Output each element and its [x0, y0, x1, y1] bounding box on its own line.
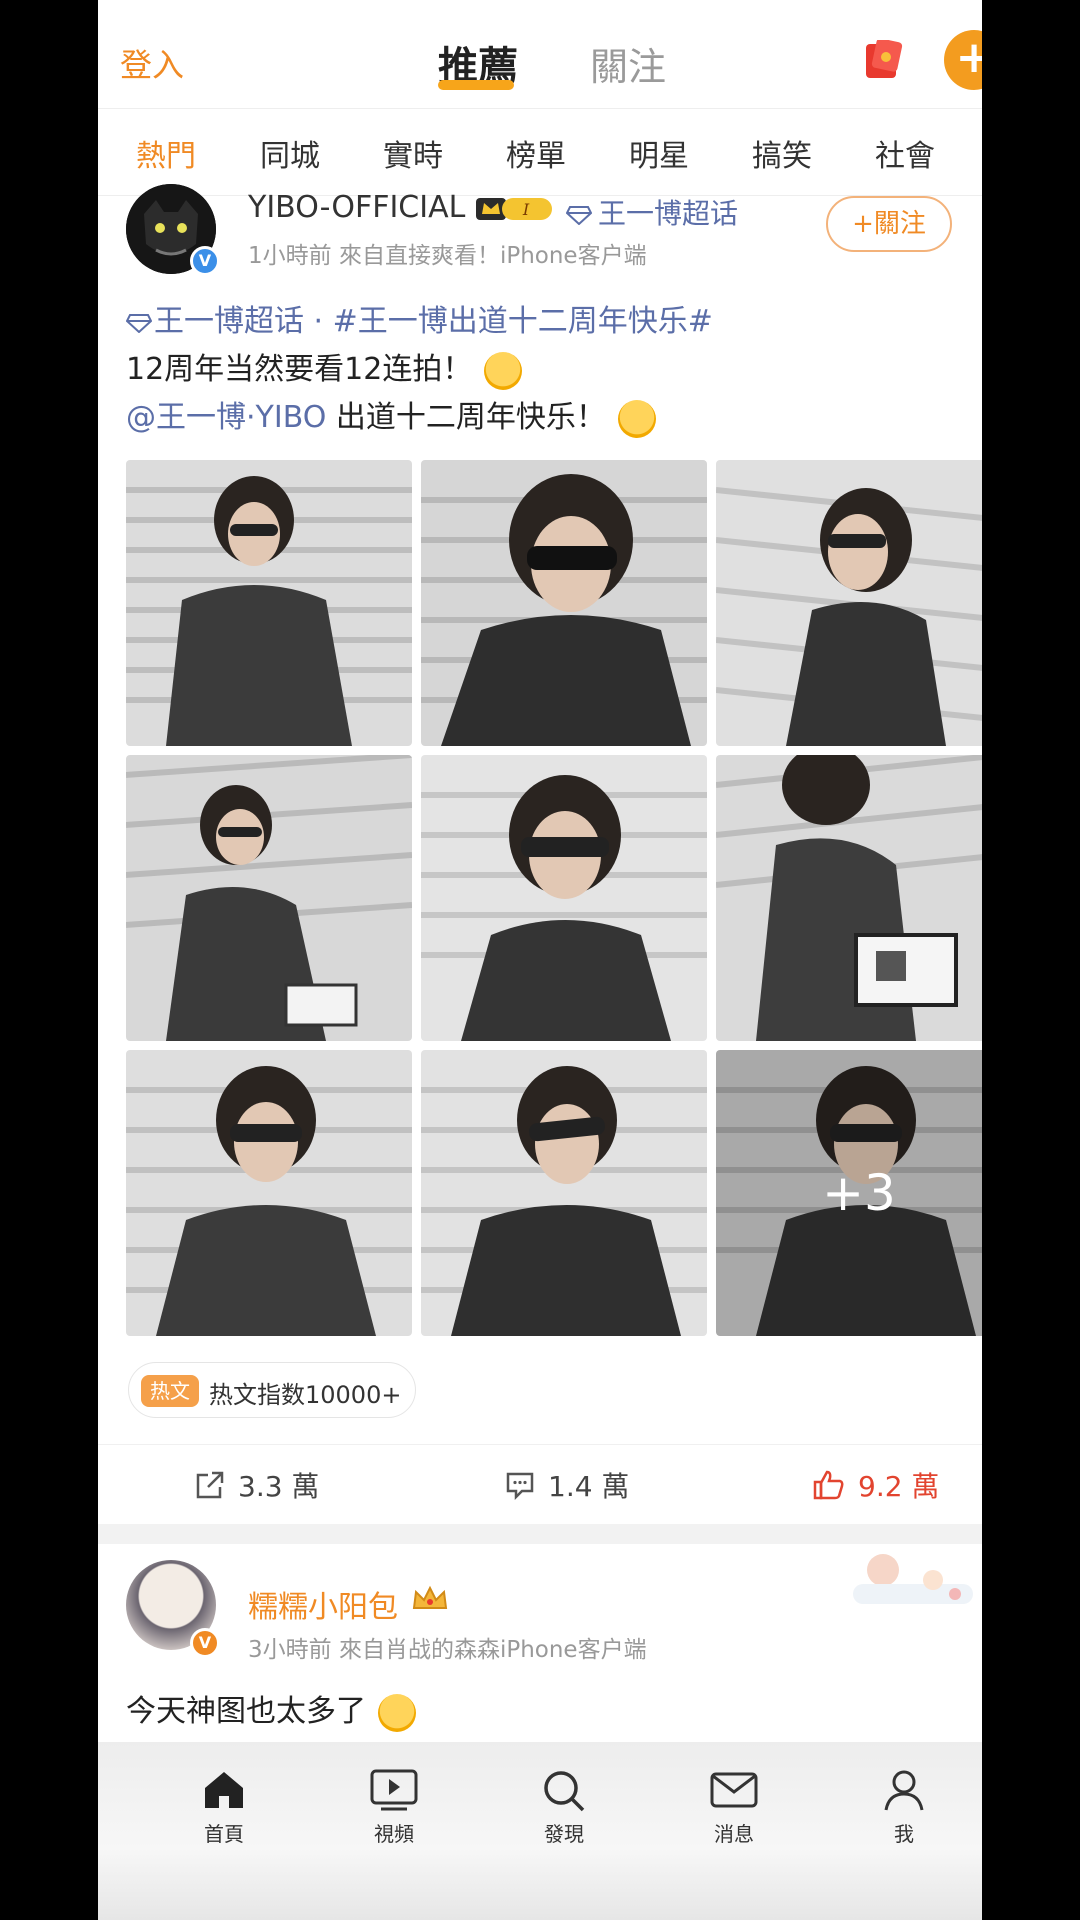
post-text: 王一博超话 · #王一博出道十二周年快乐# 12周年当然要看12连拍！ @王一博… — [125, 298, 946, 442]
nav-messages[interactable]: 消息 — [684, 1768, 784, 1847]
post-meta: 1小時前 來自直接爽看！iPhone客户端 — [248, 243, 647, 269]
kiss-emoji-icon — [484, 351, 523, 390]
compose-plus-button[interactable]: + — [944, 30, 982, 90]
level-badge-text: I — [522, 200, 530, 219]
app-screen: 登入 推薦 關注 + 熱門 同城 實時 榜單 明星 搞笑 社會 V YIBO-O… — [98, 0, 982, 1920]
username[interactable]: 糯糯小阳包 — [248, 1582, 398, 1626]
repost-button[interactable]: 3.3 萬 — [194, 1465, 319, 1505]
category-hot[interactable]: 熱門 — [136, 131, 196, 175]
member-level-badge-icon: I — [476, 198, 552, 220]
diamond-icon — [565, 206, 593, 226]
hashtag-link[interactable]: #王一博出道十二周年快乐# — [333, 304, 713, 339]
nav-discover[interactable]: 發現 — [514, 1768, 614, 1847]
supertopic-label: 王一博超话 — [598, 197, 739, 230]
comment-count: 1.4 萬 — [548, 1470, 630, 1503]
nav-profile-label: 我 — [894, 1822, 914, 1846]
nav-messages-label: 消息 — [714, 1822, 754, 1846]
mail-icon — [710, 1772, 758, 1808]
nav-profile[interactable]: 我 — [854, 1768, 954, 1847]
photo-thumbnail[interactable] — [421, 1050, 707, 1336]
login-link[interactable]: 登入 — [120, 40, 184, 86]
nav-video[interactable]: 視頻 — [344, 1768, 444, 1847]
active-tab-indicator — [438, 80, 514, 90]
post-line-3: 出道十二周年快乐！ — [326, 400, 606, 435]
flower-emoji-icon — [617, 399, 656, 438]
category-bar: 熱門 同城 實時 榜單 明星 搞笑 社會 — [98, 108, 982, 196]
category-stars[interactable]: 明星 — [629, 131, 689, 175]
verified-badge-icon: V — [190, 1628, 220, 1658]
separator: · — [304, 304, 333, 339]
nav-home[interactable]: 首頁 — [174, 1768, 274, 1847]
nav-video-label: 視頻 — [374, 1822, 414, 1846]
category-society[interactable]: 社會 — [875, 131, 935, 175]
post-text-content: 今天神图也太多了 — [126, 1694, 366, 1729]
category-realtime[interactable]: 實時 — [383, 131, 443, 175]
photo-thumbnail-more[interactable]: +3 — [716, 1050, 982, 1336]
profile-icon — [884, 1770, 924, 1811]
photo-thumbnail[interactable] — [716, 460, 982, 746]
username[interactable]: YIBO-OFFICIAL — [248, 190, 465, 225]
category-ranking[interactable]: 榜單 — [506, 131, 566, 175]
home-icon — [205, 1772, 243, 1808]
photo-thumbnail[interactable] — [126, 1050, 412, 1336]
search-icon — [544, 1771, 585, 1812]
repost-count: 3.3 萬 — [238, 1470, 320, 1503]
photo-thumbnail[interactable] — [716, 755, 982, 1041]
supertopic-inline-link[interactable]: 王一博超话 — [125, 304, 304, 339]
post-line-2: 12周年当然要看12连拍！ — [126, 352, 473, 387]
photo-grid: +3 — [126, 460, 982, 1336]
post-text: 今天神图也太多了 — [126, 1686, 416, 1732]
photo-thumbnail[interactable] — [421, 460, 707, 746]
post-actions: 3.3 萬 1.4 萬 9.2 萬 — [98, 1444, 982, 1524]
supertopic-link[interactable]: 王一博超话 — [565, 192, 739, 232]
crown-badge-icon — [412, 1585, 448, 1609]
category-funny[interactable]: 搞笑 — [752, 131, 812, 175]
hot-tag: 热文 — [141, 1375, 199, 1407]
photo-thumbnail[interactable] — [421, 755, 707, 1041]
decorative-sticker-icon — [853, 1554, 973, 1604]
comment-button[interactable]: 1.4 萬 — [504, 1465, 629, 1505]
tab-following[interactable]: 關注 — [590, 36, 666, 91]
hot-article-badge[interactable]: 热文 热文指数10000+ — [128, 1362, 416, 1418]
mention-link[interactable]: @王一博·YIBO — [126, 400, 326, 435]
nav-discover-label: 發現 — [544, 1822, 584, 1846]
photo-thumbnail[interactable] — [126, 755, 412, 1041]
thumbs-up-icon — [813, 1470, 844, 1500]
post-meta: 3小時前 來自肖战的森森iPhone客户端 — [248, 1637, 647, 1663]
top-bar: 登入 推薦 關注 + — [98, 0, 982, 108]
video-icon — [370, 1769, 418, 1811]
photo-thumbnail[interactable] — [126, 460, 412, 746]
supertopic-inline-label: 王一博超话 — [154, 304, 304, 339]
like-button[interactable]: 9.2 萬 — [812, 1465, 939, 1505]
share-icon — [196, 1471, 224, 1499]
like-count: 9.2 萬 — [858, 1470, 940, 1503]
nav-home-label: 首頁 — [204, 1822, 244, 1846]
verified-badge-icon: V — [190, 246, 220, 276]
bottom-navigation: 首頁 視頻 發現 消息 我 — [98, 1742, 982, 1920]
smile-emoji-icon — [378, 1693, 416, 1732]
hot-index-text: 热文指数10000+ — [209, 1381, 402, 1409]
comment-icon — [506, 1472, 534, 1501]
more-photos-count: +3 — [716, 1050, 982, 1336]
red-packet-icon[interactable] — [860, 40, 904, 80]
follow-button[interactable]: +關注 — [826, 196, 952, 252]
category-local[interactable]: 同城 — [260, 131, 320, 175]
diamond-icon — [125, 313, 153, 333]
